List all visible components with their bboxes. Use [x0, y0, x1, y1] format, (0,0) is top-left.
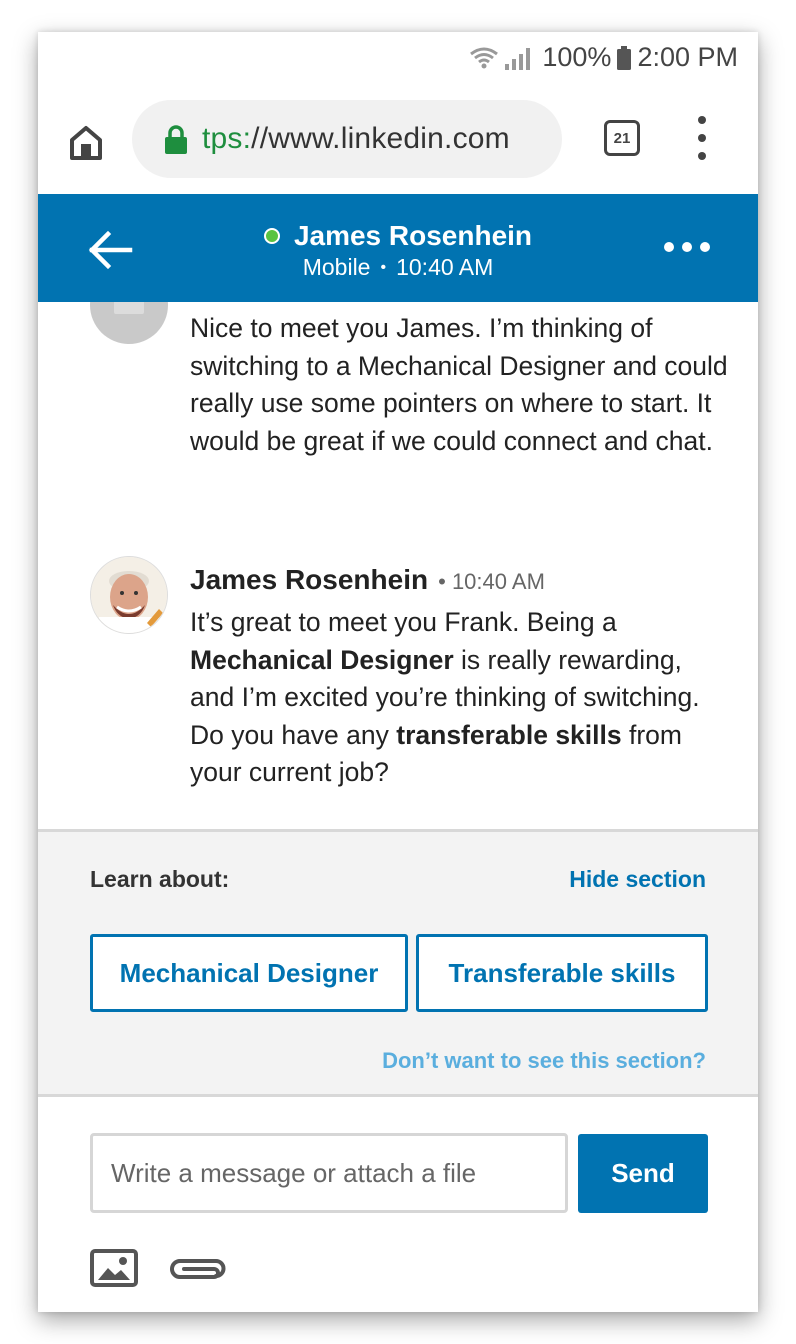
avatar[interactable]: [90, 556, 168, 634]
home-icon[interactable]: [66, 122, 106, 162]
contact-name: James Rosenhein: [293, 220, 533, 251]
status-bar: 100% 2:00 PM: [38, 32, 758, 88]
compose-area: Send: [38, 1097, 758, 1312]
avatar-photo: [91, 557, 167, 633]
battery-percent: 100%: [542, 42, 612, 72]
learn-about-label: Learn about:: [90, 866, 230, 892]
conversation-header: James Rosenhein Mobile • 10:40 AM: [38, 194, 758, 302]
signal-icon: [505, 46, 531, 70]
hide-section-link[interactable]: Hide section: [569, 866, 706, 893]
avatar[interactable]: [90, 302, 168, 344]
message-list[interactable]: Nice to meet you James. I’m thinking of …: [38, 302, 758, 829]
attachment-icon[interactable]: [168, 1255, 226, 1281]
phone-screen: 100% 2:00 PM tps://www.linkedin.com 21 J…: [38, 32, 758, 1312]
browser-toolbar: tps://www.linkedin.com 21: [38, 88, 758, 194]
online-status-icon: [263, 228, 280, 244]
dismiss-section-link[interactable]: Don’t want to see this section?: [382, 1048, 706, 1074]
url-host: //www.linkedin.com: [251, 122, 510, 155]
clock: 2:00 PM: [637, 42, 738, 72]
learn-about-section: Learn about: Hide section Mechanical Des…: [38, 829, 758, 1097]
message-header: James Rosenhein • 10:40 AM: [190, 564, 545, 596]
topic-button-transferable-skills[interactable]: Transferable skills: [416, 934, 708, 1012]
contact-info[interactable]: James Rosenhein Mobile • 10:40 AM: [38, 220, 758, 282]
highlight-term: Mechanical Designer: [190, 644, 454, 675]
sender-name[interactable]: James Rosenhein: [190, 564, 428, 596]
message-input[interactable]: [90, 1133, 568, 1213]
message-body: It’s great to meet you Frank. Being a Me…: [190, 607, 700, 787]
battery-icon: [617, 45, 632, 70]
tab-count: 21: [613, 129, 631, 147]
send-button[interactable]: Send: [578, 1134, 708, 1213]
url-scheme: tps:: [202, 122, 252, 155]
status-indicators: 100% 2:00 PM: [469, 42, 738, 73]
lock-icon: [165, 125, 187, 154]
address-bar[interactable]: tps://www.linkedin.com: [132, 100, 562, 178]
header-separator: •: [380, 259, 387, 276]
topic-button-mechanical-designer[interactable]: Mechanical Designer: [90, 934, 408, 1012]
overflow-menu-icon[interactable]: [692, 116, 712, 160]
message-timestamp: • 10:40 AM: [438, 569, 545, 594]
wifi-icon: [470, 47, 499, 68]
message-body: Nice to meet you James. I’m thinking of …: [190, 313, 728, 456]
tabs-icon[interactable]: 21: [604, 120, 640, 156]
url-text: tps://www.linkedin.com: [202, 122, 510, 156]
photo-icon[interactable]: [90, 1249, 138, 1287]
more-options-icon[interactable]: [664, 242, 710, 252]
highlight-term: transferable skills: [396, 719, 622, 750]
contact-last-active: 10:40 AM: [396, 254, 494, 280]
contact-device: Mobile: [302, 254, 371, 280]
